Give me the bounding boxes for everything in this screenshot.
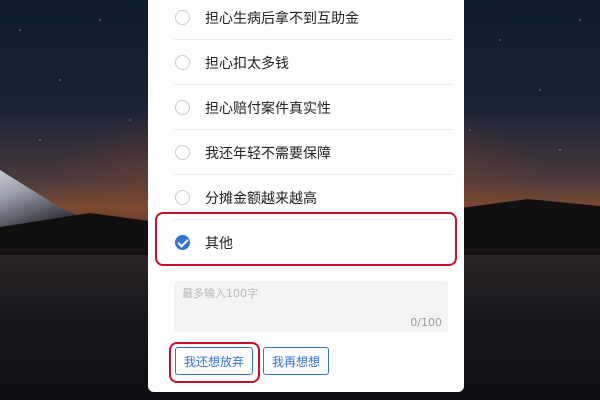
option-item-2[interactable]: 担心赔付案件真实性 (148, 85, 464, 130)
think-again-button[interactable]: 我再想想 (263, 347, 329, 375)
option-label: 分摊金额越来越高 (205, 190, 317, 207)
radio-unchecked-icon[interactable] (175, 190, 190, 205)
option-item-4[interactable]: 分摊金额越来越高 (148, 175, 464, 220)
radio-checked-icon[interactable] (175, 235, 190, 250)
option-label: 担心赔付案件真实性 (205, 100, 331, 117)
survey-card: 担心生病后拿不到互助金 担心扣太多钱 担心赔付案件真实性 我还年轻不需要保障 分… (148, 0, 464, 392)
radio-unchecked-icon[interactable] (175, 55, 190, 70)
option-item-1[interactable]: 担心扣太多钱 (148, 40, 464, 85)
give-up-button[interactable]: 我还想放弃 (175, 347, 253, 375)
option-item-5-selected[interactable]: 其他 (148, 220, 464, 265)
option-label: 其他 (205, 235, 233, 252)
char-counter: 0/100 (410, 316, 442, 329)
radio-unchecked-icon[interactable] (175, 10, 190, 25)
option-label: 担心生病后拿不到互助金 (205, 10, 359, 27)
option-item-0[interactable]: 担心生病后拿不到互助金 (148, 0, 464, 40)
option-label: 担心扣太多钱 (205, 55, 289, 72)
option-label: 我还年轻不需要保障 (205, 145, 331, 162)
feedback-input[interactable] (174, 281, 448, 332)
radio-unchecked-icon[interactable] (175, 100, 190, 115)
option-item-3[interactable]: 我还年轻不需要保障 (148, 130, 464, 175)
radio-unchecked-icon[interactable] (175, 145, 190, 160)
feedback-box: 0/100 (174, 281, 448, 332)
